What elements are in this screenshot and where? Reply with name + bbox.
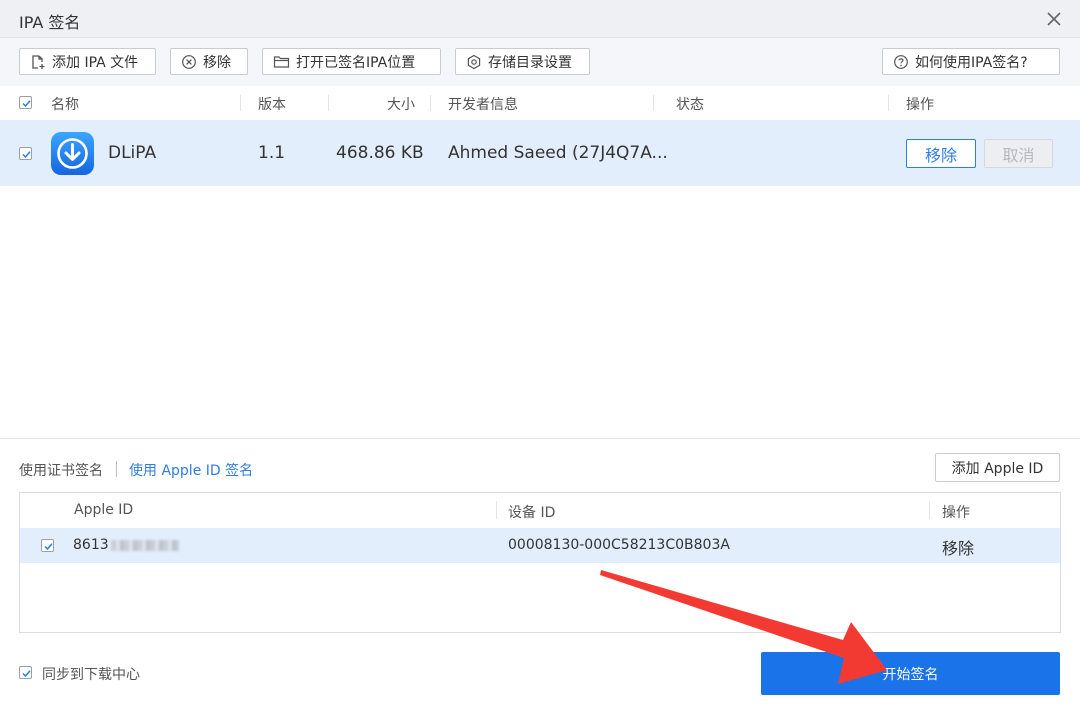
col-separator (929, 501, 930, 519)
col-status: 状态 (676, 97, 704, 113)
apple-id-checkbox[interactable] (41, 539, 54, 552)
col-apple-action: 操作 (942, 505, 970, 521)
col-separator (430, 95, 431, 111)
toolbar: 添加 IPA 文件 移除 打开已签名IPA位置 存储目录设置 如何使用IPA签名… (0, 38, 1080, 86)
col-size: 大小 (387, 97, 415, 113)
app-version: 1.1 (258, 143, 286, 163)
add-file-icon (32, 54, 45, 69)
circle-x-icon (182, 54, 196, 69)
gear-icon (467, 54, 481, 69)
download-arrow-icon (57, 138, 88, 169)
sync-label: 同步到下载中心 (42, 667, 140, 683)
app-developer: Ahmed Saeed (27J4Q7A... (448, 143, 668, 163)
col-separator (888, 95, 889, 111)
col-version: 版本 (258, 97, 286, 113)
add-ipa-button[interactable]: 添加 IPA 文件 (19, 48, 156, 75)
apple-id-remove-link[interactable]: 移除 (942, 535, 974, 559)
tab-apple-id-signing[interactable]: 使用 Apple ID 签名 (129, 460, 253, 480)
col-separator (240, 95, 241, 111)
open-signed-location-label: 打开已签名IPA位置 (296, 54, 416, 71)
apple-id-prefix: 8613 (73, 537, 109, 553)
remove-label: 移除 (203, 54, 231, 71)
add-ipa-label: 添加 IPA 文件 (52, 54, 139, 71)
tab-certificate-signing[interactable]: 使用证书签名 (19, 460, 103, 480)
title-bar: IPA 签名 (0, 0, 1080, 38)
window-title: IPA 签名 (19, 13, 81, 32)
col-apple-id: Apple ID (74, 502, 134, 518)
apple-id-table: Apple ID 设备 ID 操作 8613 00008130-000C5821… (19, 492, 1061, 633)
row-checkbox[interactable] (19, 147, 32, 160)
app-size: 468.86 KB (336, 143, 424, 163)
sync-checkbox[interactable] (19, 666, 32, 679)
select-all-checkbox[interactable] (19, 96, 32, 109)
folder-icon (273, 56, 290, 68)
start-signing-button[interactable]: 开始签名 (761, 652, 1060, 695)
device-id-value: 00008130-000C58213C0B803A (508, 537, 730, 553)
redacted-blur (110, 539, 179, 551)
row-cancel-button: 取消 (984, 139, 1053, 168)
col-separator (496, 501, 497, 519)
col-name: 名称 (51, 97, 79, 113)
apple-id-value: 8613 (73, 537, 179, 553)
storage-settings-label: 存储目录设置 (488, 54, 572, 71)
row-remove-button[interactable]: 移除 (906, 139, 976, 168)
app-icon (51, 132, 94, 175)
storage-settings-button[interactable]: 存储目录设置 (455, 48, 590, 75)
col-device-id: 设备 ID (508, 505, 556, 521)
table-row[interactable]: DLiPA 1.1 468.86 KB Ahmed Saeed (27J4Q7A… (0, 120, 1080, 186)
close-icon[interactable] (1044, 9, 1064, 29)
help-circle-icon (894, 54, 908, 69)
signing-method-tabs: 使用证书签名 使用 Apple ID 签名 (0, 452, 1080, 484)
app-name: DLiPA (108, 143, 157, 163)
col-separator (653, 95, 654, 111)
remove-button[interactable]: 移除 (170, 48, 248, 75)
apple-id-table-header: Apple ID 设备 ID 操作 (20, 493, 1060, 528)
col-action: 操作 (906, 97, 934, 113)
help-button[interactable]: 如何使用IPA签名? (882, 48, 1060, 75)
table-row[interactable]: 8613 00008130-000C58213C0B803A 移除 (20, 528, 1060, 563)
col-developer: 开发者信息 (448, 97, 518, 113)
help-label: 如何使用IPA签名? (915, 54, 1028, 71)
add-apple-id-button[interactable]: 添加 Apple ID (935, 453, 1060, 482)
file-table-header: 名称 版本 大小 开发者信息 状态 操作 (0, 86, 1080, 120)
open-signed-location-button[interactable]: 打开已签名IPA位置 (262, 48, 441, 75)
section-divider (0, 438, 1080, 439)
col-separator (328, 95, 329, 111)
tab-separator (116, 461, 117, 477)
